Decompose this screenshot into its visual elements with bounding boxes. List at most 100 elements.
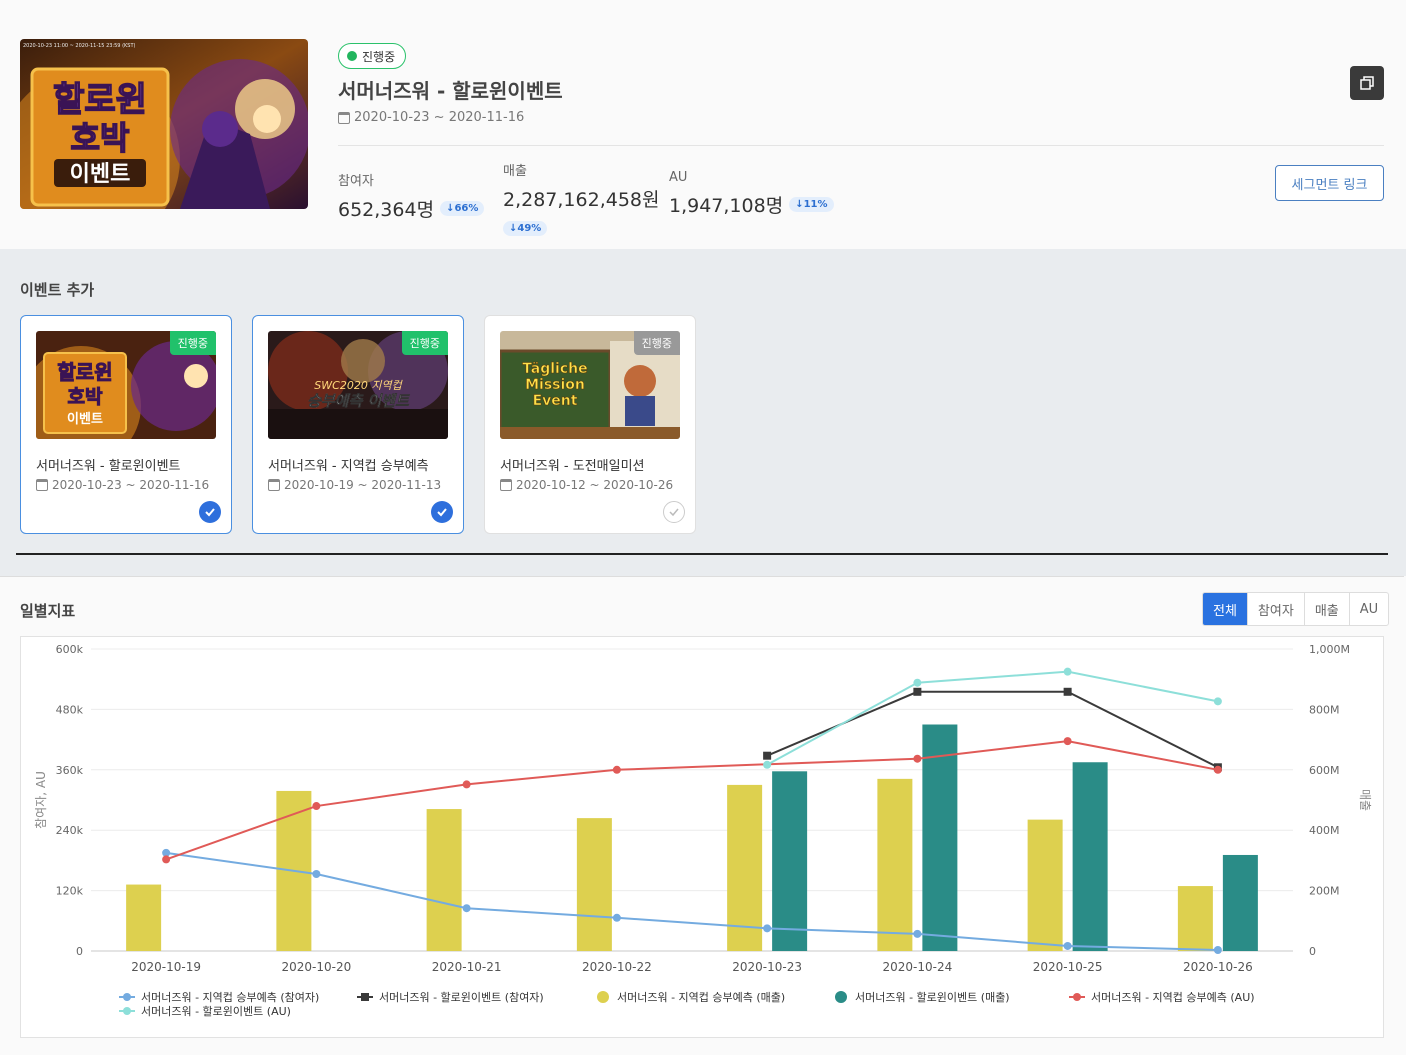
- data-point: [612, 765, 621, 774]
- legend-marker: [597, 991, 609, 1003]
- x-tick-label: 2020-10-25: [1033, 960, 1103, 974]
- tab-all[interactable]: 전체: [1203, 593, 1247, 625]
- metric-tabs: 전체 참여자 매출 AU: [1202, 592, 1390, 626]
- metric-au: AU 1,947,108명 ↓ 11%: [669, 170, 834, 218]
- legend-label: 서머너즈워 - 할로윈이벤트 (매출): [855, 990, 1010, 1004]
- checkmark-icon[interactable]: [663, 501, 685, 523]
- daily-chart-svg: 0 120k 240k 360k 480k 600k 0 200M 400M 600M 800M 1,…: [34, 643, 1372, 1018]
- bar: [772, 771, 808, 951]
- svg-text:할로윈: 할로윈: [57, 360, 112, 384]
- event-date-range: 2020-10-23 ~ 2020-11-16: [338, 110, 524, 125]
- data-point: [913, 678, 922, 687]
- event-thumbnail: Tägliche Mission Event 진행중: [500, 331, 680, 439]
- banner-line2: 호박: [71, 119, 130, 157]
- data-point: [763, 924, 772, 933]
- event-card-dates: 2020-10-23 ~ 2020-11-16: [36, 478, 209, 492]
- banner-line3: 이벤트: [70, 162, 131, 187]
- event-card[interactable]: 할로윈 호박 이벤트 진행중 서머너즈워 - 할로윈이벤트 2020-10-23…: [20, 315, 232, 534]
- y-left-tick-label: 240k: [56, 824, 84, 837]
- legend-marker: [361, 993, 369, 1001]
- data-point: [1063, 687, 1072, 696]
- x-tick-label: 2020-10-24: [883, 960, 953, 974]
- event-card-dates: 2020-10-12 ~ 2020-10-26: [500, 478, 673, 492]
- metric-label: 참여자: [338, 174, 374, 189]
- data-point: [913, 929, 922, 938]
- data-point: [162, 855, 171, 864]
- calendar-icon: [500, 479, 512, 491]
- checkmark-icon[interactable]: [431, 501, 453, 523]
- legend-marker: [123, 993, 131, 1001]
- legend-label: 서머너즈워 - 지역컵 승부예측 (AU): [1091, 991, 1255, 1004]
- data-point: [1213, 945, 1222, 954]
- bar: [1177, 886, 1213, 951]
- y-right-axis-title: 매출: [1358, 789, 1372, 811]
- bar: [1222, 854, 1258, 951]
- y-left-axis-title: 참여자, AU: [34, 771, 48, 829]
- svg-text:SWC2020 지역컵: SWC2020 지역컵: [314, 379, 403, 392]
- segment-link-button[interactable]: 세그먼트 링크: [1275, 165, 1384, 201]
- svg-text:호박: 호박: [68, 386, 103, 408]
- arrow-down-icon: ↓: [446, 203, 455, 214]
- data-point: [1063, 941, 1072, 950]
- legend-label: 서머너즈워 - 지역컵 승부예측 (참여자): [141, 991, 319, 1004]
- data-point: [612, 913, 621, 922]
- calendar-icon: [268, 479, 280, 491]
- data-point: [1063, 737, 1072, 746]
- event-banner-image: 2020-10-23 11:00 ~ 2020-11-15 23:59 (KST…: [20, 39, 308, 209]
- event-card[interactable]: Tägliche Mission Event 진행중 서머너즈워 - 도전매일미…: [484, 315, 696, 534]
- copy-button[interactable]: [1350, 66, 1384, 100]
- svg-text:Tägliche: Tägliche: [522, 361, 587, 377]
- y-right-tick-label: 600M: [1309, 764, 1340, 777]
- legend-marker: [1073, 993, 1081, 1001]
- y-left-tick-label: 600k: [56, 643, 84, 656]
- tab-participants[interactable]: 참여자: [1246, 593, 1304, 625]
- daily-metrics-title: 일별지표: [20, 602, 76, 620]
- x-tick-label: 2020-10-21: [432, 960, 502, 974]
- metric-revenue: 매출 2,287,162,458원 ↓ 49%: [503, 160, 659, 236]
- tab-revenue[interactable]: 매출: [1303, 593, 1349, 625]
- metric-label: 매출: [503, 164, 527, 179]
- metric-participants: 참여자 652,364명 ↓ 66%: [338, 170, 485, 222]
- data-point: [1213, 697, 1222, 706]
- svg-text:이벤트: 이벤트: [67, 411, 103, 427]
- status-badge: 진행중: [169, 331, 216, 355]
- banner-small-text: 2020-10-23 11:00 ~ 2020-11-15 23:59 (KST…: [23, 43, 136, 49]
- legend-label: 서머너즈워 - 할로윈이벤트 (참여자): [379, 990, 544, 1004]
- data-point: [913, 754, 922, 763]
- x-tick-label: 2020-10-22: [582, 960, 652, 974]
- delta-badge: ↓ 66%: [440, 201, 485, 216]
- metric-value: 652,364명: [338, 199, 435, 221]
- arrow-down-icon: ↓: [795, 199, 804, 210]
- x-tick-label: 2020-10-23: [732, 960, 802, 974]
- event-card-dates: 2020-10-19 ~ 2020-11-13: [268, 478, 441, 492]
- event-card-name: 서머너즈워 - 지역컵 승부예측: [268, 459, 429, 474]
- header-divider: [338, 145, 1384, 146]
- x-tick-label: 2020-10-26: [1183, 960, 1253, 974]
- data-point: [462, 780, 471, 789]
- y-right-tick-label: 0: [1309, 945, 1316, 958]
- legend-label: 서머너즈워 - 지역컵 승부예측 (매출): [617, 991, 785, 1004]
- y-right-tick-label: 200M: [1309, 885, 1340, 898]
- metric-value: 2,287,162,458원: [503, 189, 660, 211]
- checkmark-icon[interactable]: [199, 501, 221, 523]
- status-label: 진행중: [362, 49, 396, 64]
- bar: [877, 778, 913, 951]
- x-tick-label: 2020-10-19: [131, 960, 201, 974]
- event-thumbnail: 할로윈 호박 이벤트 진행중: [36, 331, 216, 439]
- y-left-tick-label: 0: [76, 945, 83, 958]
- bar: [576, 818, 612, 951]
- tab-au[interactable]: AU: [1348, 593, 1388, 625]
- event-thumbnail: SWC2020 지역컵 승부예측 이벤트 진행중: [268, 331, 448, 439]
- metric-label: AU: [669, 170, 688, 185]
- bar: [426, 809, 462, 951]
- delta-badge: ↓ 49%: [503, 221, 548, 236]
- data-point: [1213, 765, 1222, 774]
- status-badge: 진행중: [338, 43, 407, 69]
- event-card-name: 서머너즈워 - 할로윈이벤트: [36, 459, 181, 474]
- legend-marker: [835, 991, 847, 1003]
- status-dot-icon: [347, 51, 357, 61]
- banner-line1: 할로윈: [53, 80, 147, 120]
- event-card-name: 서머너즈워 - 도전매일미션: [500, 459, 645, 474]
- svg-text:Event: Event: [533, 393, 578, 409]
- event-card[interactable]: SWC2020 지역컵 승부예측 이벤트 진행중 서머너즈워 - 지역컵 승부예…: [252, 315, 464, 534]
